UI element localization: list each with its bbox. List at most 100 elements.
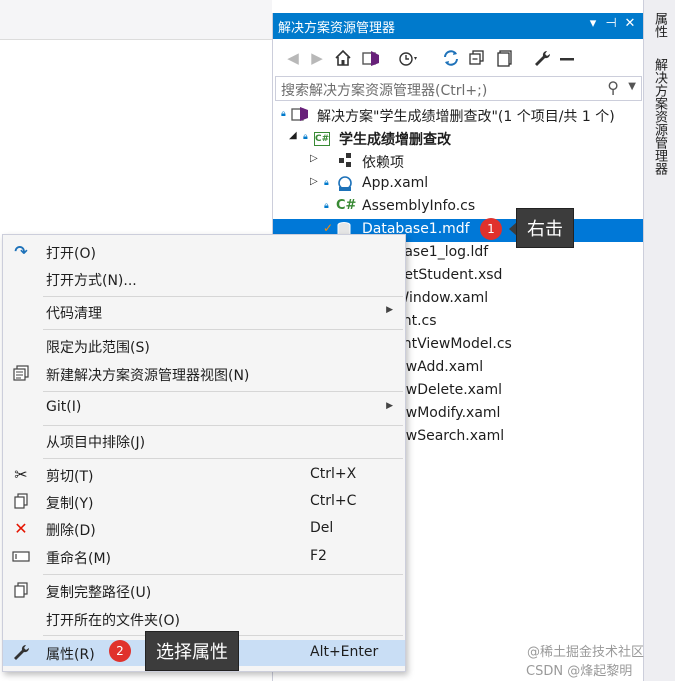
tree-item-assemblyinfo[interactable]: 🔒︎ C# AssemblyInfo.cs bbox=[273, 196, 644, 219]
home-icon[interactable] bbox=[331, 46, 355, 70]
cut-icon: ✂︎ bbox=[14, 465, 28, 484]
wrench-icon bbox=[11, 643, 31, 663]
editor-tab-strip bbox=[0, 0, 272, 40]
tree-item-label: AssemblyInfo.cs bbox=[362, 198, 476, 214]
menu-separator bbox=[43, 574, 403, 575]
menu-separator bbox=[43, 458, 403, 459]
solution-icon bbox=[291, 106, 309, 126]
forward-icon[interactable]: ▶ bbox=[305, 46, 329, 70]
preview-selected-items-icon[interactable] bbox=[555, 46, 579, 70]
search-icon[interactable]: ⚲ bbox=[607, 78, 619, 97]
show-all-files-icon[interactable] bbox=[493, 46, 517, 70]
tree-item-label: 解决方案"学生成绩增删查改"(1 个项目/共 1 个) bbox=[317, 109, 615, 125]
close-panel-icon[interactable]: ✕ bbox=[622, 16, 638, 34]
collapse-all-icon[interactable] bbox=[465, 46, 489, 70]
menu-item-scope-to-this[interactable]: 限定为此范围(S) bbox=[3, 333, 405, 359]
watermark-csdn: CSDN @烽起黎明 bbox=[526, 664, 633, 679]
tree-item-label: App.xaml bbox=[362, 175, 429, 191]
menu-item-copy[interactable]: 复制(Y) Ctrl+C bbox=[3, 489, 405, 515]
menu-item-label: 从项目中排除(J) bbox=[46, 435, 146, 451]
expand-arrow-icon[interactable]: ▷ bbox=[310, 153, 318, 164]
step-badge-1: 1 bbox=[480, 218, 502, 240]
menu-item-label: 删除(D) bbox=[46, 523, 96, 539]
side-tab-strip: 属性 解决方案资源管理器 bbox=[643, 0, 675, 681]
window-position-dropdown-icon[interactable]: ▾ bbox=[585, 16, 601, 34]
solution-explorer-title: 解决方案资源管理器 bbox=[278, 21, 396, 36]
delete-icon: ✕ bbox=[14, 519, 28, 538]
pending-changes-filter-icon[interactable] bbox=[397, 46, 421, 70]
menu-item-label: 代码清理 bbox=[46, 306, 102, 322]
menu-item-copy-full-path[interactable]: 复制完整路径(U) bbox=[3, 578, 405, 604]
xaml-file-icon bbox=[336, 175, 354, 197]
new-view-icon bbox=[11, 364, 31, 384]
csharp-project-icon: C# bbox=[314, 132, 330, 146]
copy-path-icon bbox=[11, 581, 31, 601]
menu-item-label: 属性(R) bbox=[46, 647, 95, 663]
menu-item-label: 剪切(T) bbox=[46, 469, 94, 485]
tree-item-project[interactable]: ◢ 🔒︎ C# 学生成绩增删查改 bbox=[273, 127, 644, 150]
callout-right-click: 右击 bbox=[516, 208, 574, 248]
tree-item-dependencies[interactable]: ▷ 依赖项 bbox=[273, 150, 644, 173]
menu-item-new-explorer-view[interactable]: 新建解决方案资源管理器视图(N) bbox=[3, 361, 405, 387]
menu-item-delete[interactable]: ✕ 删除(D) Del bbox=[3, 516, 405, 542]
step-badge-2: 2 bbox=[109, 640, 131, 662]
menu-separator bbox=[43, 296, 403, 297]
lock-icon: 🔒︎ bbox=[303, 132, 308, 142]
menu-item-shortcut: F2 bbox=[310, 548, 327, 564]
callout-select-properties: 选择属性 bbox=[145, 631, 239, 671]
collapse-arrow-icon[interactable]: ◢ bbox=[289, 130, 297, 141]
menu-item-open[interactable]: ↷ 打开(O) bbox=[3, 239, 405, 265]
search-placeholder: 搜索解决方案资源管理器(Ctrl+;) bbox=[281, 83, 488, 99]
rename-icon bbox=[11, 547, 31, 567]
menu-item-open-with[interactable]: 打开方式(N)... bbox=[3, 266, 405, 292]
context-menu: ↷ 打开(O) 打开方式(N)... 代码清理 ▶ 限定为此范围(S) 新建解决… bbox=[2, 234, 406, 672]
tree-item-label: 学生成绩增删查改 bbox=[339, 132, 451, 148]
solution-explorer-title-bar: 解决方案资源管理器 ▾ ⊣ ✕ bbox=[273, 13, 644, 39]
menu-item-label: 复制(Y) bbox=[46, 496, 94, 512]
menu-item-label: 重命名(M) bbox=[46, 551, 112, 567]
solution-explorer-search[interactable]: 搜索解决方案资源管理器(Ctrl+;) ⚲ ▼ bbox=[275, 76, 642, 101]
menu-item-label: 打开(O) bbox=[46, 246, 96, 262]
menu-item-code-cleanup[interactable]: 代码清理 ▶ bbox=[3, 299, 405, 325]
lock-icon: 🔒︎ bbox=[324, 201, 329, 211]
menu-item-exclude-from-project[interactable]: 从项目中排除(J) bbox=[3, 428, 405, 454]
search-options-dropdown-icon[interactable]: ▼ bbox=[628, 81, 636, 92]
watermark-juejin: @稀土掘金技术社区 bbox=[527, 645, 645, 660]
menu-item-label: 打开所在的文件夹(O) bbox=[46, 613, 180, 629]
menu-separator bbox=[43, 329, 403, 330]
lock-icon: 🔒︎ bbox=[281, 109, 286, 119]
open-icon: ↷ bbox=[14, 242, 28, 261]
tree-item-solution[interactable]: 🔒︎ 解决方案"学生成绩增删查改"(1 个项目/共 1 个) bbox=[273, 104, 644, 127]
lock-icon: 🔒︎ bbox=[324, 178, 329, 188]
menu-item-shortcut: Ctrl+C bbox=[310, 493, 357, 509]
menu-item-cut[interactable]: ✂︎ 剪切(T) Ctrl+X bbox=[3, 462, 405, 488]
tab-solution-explorer[interactable]: 解决方案资源管理器 bbox=[650, 58, 669, 175]
back-icon[interactable]: ◀ bbox=[281, 46, 305, 70]
sync-icon[interactable] bbox=[439, 46, 463, 70]
menu-item-shortcut: Ctrl+X bbox=[310, 466, 357, 482]
checkout-mark-icon: ✓ bbox=[323, 221, 334, 235]
dependencies-icon bbox=[337, 152, 355, 172]
properties-wrench-icon[interactable] bbox=[530, 46, 554, 70]
auto-hide-pin-icon[interactable]: ⊣ bbox=[603, 16, 619, 34]
menu-item-rename[interactable]: 重命名(M) F2 bbox=[3, 544, 405, 570]
csharp-file-icon: C# bbox=[336, 198, 357, 213]
menu-item-label: 打开方式(N)... bbox=[46, 273, 137, 289]
switch-views-icon[interactable] bbox=[359, 46, 383, 70]
menu-item-open-containing-folder[interactable]: 打开所在的文件夹(O) bbox=[3, 606, 405, 632]
menu-item-git[interactable]: Git(I) ▶ bbox=[3, 395, 405, 421]
menu-item-shortcut: Del bbox=[310, 520, 334, 536]
submenu-arrow-icon: ▶ bbox=[386, 401, 393, 411]
tree-item-label: 依赖项 bbox=[362, 155, 404, 171]
menu-item-label: Git(I) bbox=[46, 399, 82, 415]
submenu-arrow-icon: ▶ bbox=[386, 305, 393, 315]
menu-item-label: 新建解决方案资源管理器视图(N) bbox=[46, 368, 250, 384]
expand-arrow-icon[interactable]: ▷ bbox=[310, 176, 318, 187]
solution-explorer-toolbar: ◀ ▶ bbox=[273, 43, 644, 73]
menu-item-shortcut: Alt+Enter bbox=[310, 644, 379, 660]
tab-properties[interactable]: 属性 bbox=[650, 12, 669, 38]
menu-separator bbox=[43, 391, 403, 392]
menu-separator bbox=[43, 425, 403, 426]
menu-item-label: 限定为此范围(S) bbox=[46, 340, 150, 356]
tree-item-app-xaml[interactable]: ▷ 🔒︎ App.xaml bbox=[273, 173, 644, 196]
